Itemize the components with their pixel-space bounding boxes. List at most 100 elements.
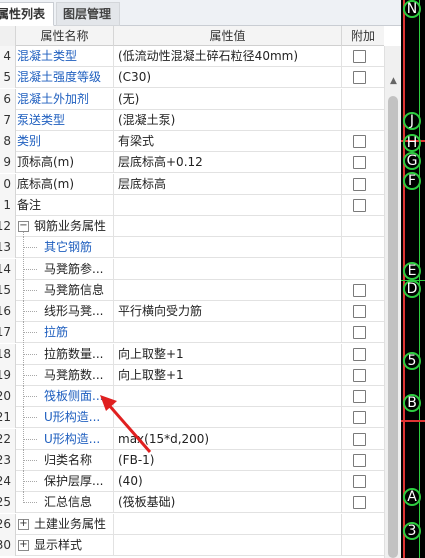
property-value-cell[interactable] (114, 513, 342, 535)
table-row[interactable]: 6 混凝土外加剂 (无) (0, 88, 384, 110)
table-row[interactable]: 22 U形构造... max(15*d,200) (0, 428, 384, 450)
table-row[interactable]: 13 其它钢筋 (0, 237, 384, 259)
property-value-cell[interactable] (114, 386, 342, 407)
property-value-cell[interactable]: 有梁式 (114, 131, 342, 152)
plus-box-icon[interactable]: + (18, 539, 29, 551)
table-row[interactable]: 5 混凝土强度等级 (C30) (0, 67, 384, 89)
property-value-cell[interactable] (114, 258, 342, 280)
property-name-cell[interactable]: 汇总信息 (16, 492, 114, 514)
table-row[interactable]: 16 线形马凳... 平行横向受力筋 (0, 301, 384, 322)
table-row[interactable]: 20 筏板侧面... (0, 386, 384, 407)
property-name-cell[interactable]: − 钢筋业务属性 (16, 216, 114, 237)
plus-box-icon[interactable]: + (18, 518, 29, 530)
add-checkbox[interactable] (353, 305, 366, 318)
property-value-cell[interactable]: (无) (114, 88, 342, 110)
table-row[interactable]: 24 保护层厚... (40) (0, 471, 384, 492)
table-row[interactable]: 14 马凳筋参... (0, 258, 384, 280)
property-name-cell[interactable]: 保护层厚... (16, 471, 114, 492)
add-checkbox[interactable] (353, 156, 366, 170)
table-row[interactable]: 21 U形构造... (0, 407, 384, 429)
row-number-text: 4 (3, 49, 11, 63)
chevron-up-icon[interactable]: ▲ (388, 76, 399, 86)
property-name-cell[interactable]: 混凝土类型 (16, 46, 114, 67)
property-value-cell[interactable]: 向上取整+1 (114, 343, 342, 365)
table-row[interactable]: 26 + 土建业务属性 (0, 513, 384, 535)
add-checkbox[interactable] (353, 496, 366, 510)
property-value-cell[interactable]: 层底标高 (114, 173, 342, 195)
add-checkbox[interactable] (353, 326, 366, 340)
table-row[interactable]: 9 顶标高(m) 层底标高+0.12 (0, 152, 384, 174)
table-row[interactable]: 30 + 显示样式 (0, 534, 384, 556)
tab-property-list[interactable]: 属性列表 (0, 2, 54, 26)
vertical-scrollbar[interactable]: ▲ (384, 46, 401, 558)
table-row[interactable]: 12−钢筋业务属性 (0, 216, 384, 237)
add-checkbox[interactable] (353, 135, 366, 148)
property-name-cell[interactable]: 其它钢筋 (16, 237, 114, 259)
property-value-cell[interactable]: (40) (114, 471, 342, 492)
property-value-cell[interactable]: 平行横向受力筋 (114, 301, 342, 322)
property-value-cell[interactable]: (C30) (114, 67, 342, 89)
property-value-cell[interactable]: (筏板基础) (114, 492, 342, 514)
property-name-cell[interactable]: 马凳筋参... (16, 258, 114, 280)
property-name-cell[interactable]: 筏板侧面... (16, 386, 114, 407)
table-row[interactable]: 7 泵送类型 (混凝土泵) (0, 109, 384, 131)
minus-box-icon[interactable]: − (18, 221, 29, 232)
add-checkbox[interactable] (353, 177, 366, 191)
drawing-canvas[interactable]: N JHGF ED 5 B A 3 (401, 0, 425, 558)
property-value-cell[interactable]: (混凝土泵) (114, 109, 342, 131)
property-name-cell[interactable]: 备注 (16, 194, 114, 216)
property-name-cell[interactable]: 混凝土强度等级 (16, 67, 114, 89)
property-name-cell[interactable]: 归类名称 (16, 449, 114, 471)
add-checkbox[interactable] (353, 71, 366, 85)
tab-layer-management[interactable]: 图层管理 (56, 2, 120, 26)
add-checkbox[interactable] (353, 50, 366, 63)
add-checkbox[interactable] (353, 411, 366, 425)
add-checkbox[interactable] (353, 432, 366, 446)
property-name-cell[interactable]: 拉筋数量... (16, 343, 114, 365)
property-value-cell[interactable] (114, 534, 342, 556)
table-row[interactable]: 1 备注 (0, 194, 384, 216)
property-name-cell[interactable]: 泵送类型 (16, 109, 114, 131)
property-name-cell[interactable]: + 显示样式 (16, 534, 114, 556)
table-row[interactable]: 25 汇总信息 (筏板基础) (0, 492, 384, 514)
add-checkbox[interactable] (353, 347, 366, 361)
property-value-cell[interactable]: (FB-1) (114, 449, 342, 471)
property-name-cell[interactable]: 类别 (16, 131, 114, 152)
property-name-cell[interactable]: U形构造... (16, 407, 114, 429)
table-row[interactable]: 17 拉筋 (0, 322, 384, 344)
property-name-cell[interactable]: 线形马凳... (16, 301, 114, 322)
property-name-cell[interactable]: 顶标高(m) (16, 152, 114, 174)
add-checkbox[interactable] (353, 198, 366, 212)
table-row[interactable]: 8 类别 有梁式 (0, 131, 384, 152)
table-row[interactable]: 15 马凳筋信息 (0, 279, 384, 301)
property-name-cell[interactable]: 马凳筋数... (16, 364, 114, 386)
property-value-cell[interactable] (114, 194, 342, 216)
scrollbar-thumb[interactable] (388, 96, 398, 558)
property-name-cell[interactable]: 马凳筋信息 (16, 279, 114, 301)
add-checkbox[interactable] (353, 283, 366, 297)
property-name-cell[interactable]: 底标高(m) (16, 173, 114, 195)
property-value-cell[interactable]: 层底标高+0.12 (114, 152, 342, 174)
property-value-cell[interactable]: (低流动性混凝土碎石粒径40mm) (114, 46, 342, 67)
add-checkbox[interactable] (353, 475, 366, 488)
property-name: 混凝土类型 (17, 49, 78, 63)
property-name-cell[interactable]: 拉筋 (16, 322, 114, 344)
property-value-cell[interactable]: max(15*d,200) (114, 428, 342, 450)
property-value-cell[interactable] (114, 279, 342, 301)
add-checkbox[interactable] (353, 453, 366, 467)
property-value-cell[interactable] (114, 216, 342, 237)
add-checkbox[interactable] (353, 390, 366, 403)
property-value-cell[interactable] (114, 322, 342, 344)
table-row[interactable]: 23 归类名称 (FB-1) (0, 449, 384, 471)
property-value-cell[interactable] (114, 407, 342, 429)
table-row[interactable]: 4 混凝土类型 (低流动性混凝土碎石粒径40mm) (0, 46, 384, 67)
property-name-cell[interactable]: U形构造... (16, 428, 114, 450)
table-row[interactable]: 19 马凳筋数... 向上取整+1 (0, 364, 384, 386)
property-value-cell[interactable]: 向上取整+1 (114, 364, 342, 386)
property-name-cell[interactable]: + 土建业务属性 (16, 513, 114, 535)
table-row[interactable]: 18 拉筋数量... 向上取整+1 (0, 343, 384, 365)
add-checkbox[interactable] (353, 368, 366, 382)
property-name-cell[interactable]: 混凝土外加剂 (16, 88, 114, 110)
property-value-cell[interactable] (114, 237, 342, 259)
table-row[interactable]: 0 底标高(m) 层底标高 (0, 173, 384, 195)
